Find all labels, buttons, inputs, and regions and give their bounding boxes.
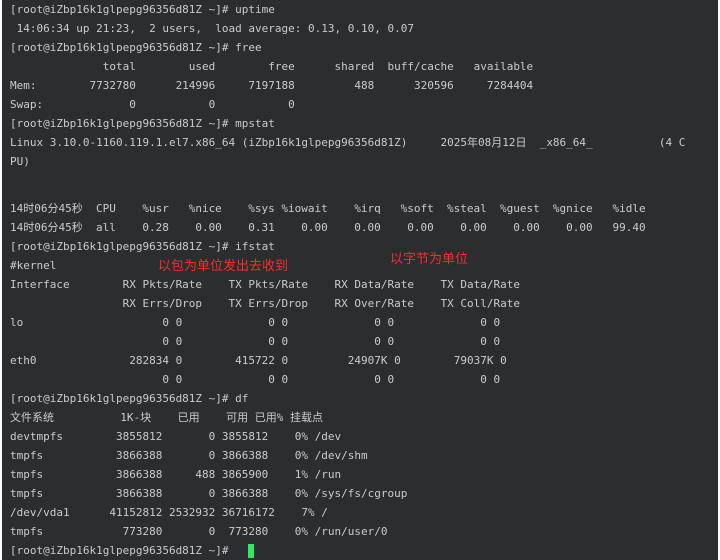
terminal-line: /dev/vda1 41152812 2532932 36716172 7% / bbox=[10, 506, 328, 519]
terminal-line: 14:06:34 up 21:23, 2 users, load average… bbox=[10, 22, 414, 35]
terminal-line: Interface RX Pkts/Rate TX Pkts/Rate RX D… bbox=[10, 278, 520, 291]
terminal-line: 0 0 0 0 0 0 0 0 bbox=[10, 335, 501, 348]
terminal-line: tmpfs 773280 0 773280 0% /run/user/0 bbox=[10, 525, 388, 538]
terminal-line: 14时06分45秒 all 0.28 0.00 0.31 0.00 0.00 0… bbox=[10, 221, 646, 234]
terminal-line: 14时06分45秒 CPU %usr %nice %sys %iowait %i… bbox=[10, 202, 646, 215]
bytes-unit-annotation: 以字节为单位 bbox=[390, 252, 469, 267]
terminal-line: lo 0 0 0 0 0 0 0 0 bbox=[10, 316, 501, 329]
terminal-prompt-line: [root@iZbp16k1glpepg96356d81Z ~]# bbox=[10, 544, 236, 557]
terminal-line: PU) bbox=[10, 155, 30, 168]
terminal-line: tmpfs 3866388 0 3866388 0% /dev/shm bbox=[10, 449, 368, 462]
terminal-line: [root@iZbp16k1glpepg96356d81Z ~]# df bbox=[10, 392, 249, 405]
terminal-line: 文件系统 1K-块 已用 可用 已用% 挂载点 bbox=[10, 411, 323, 424]
terminal-window[interactable]: [root@iZbp16k1glpepg96356d81Z ~]# uptime… bbox=[2, 0, 718, 560]
terminal-line: Mem: 7732780 214996 7197188 488 320596 7… bbox=[10, 79, 534, 92]
terminal-line: [root@iZbp16k1glpepg96356d81Z ~]# mpstat bbox=[10, 117, 275, 130]
terminal-line: [root@iZbp16k1glpepg96356d81Z ~]# uptime bbox=[10, 3, 275, 16]
terminal-line: total used free shared buff/cache availa… bbox=[10, 60, 534, 73]
terminal-line: tmpfs 3866388 0 3866388 0% /sys/fs/cgrou… bbox=[10, 487, 408, 500]
terminal-line: [root@iZbp16k1glpepg96356d81Z ~]# ifstat bbox=[10, 240, 275, 253]
terminal-line: #kernel bbox=[10, 259, 57, 272]
terminal-line: Linux 3.10.0-1160.119.1.el7.x86_64 (iZbp… bbox=[10, 136, 686, 149]
terminal-line: devtmpfs 3855812 0 3855812 0% /dev bbox=[10, 430, 342, 443]
terminal-line: tmpfs 3866388 488 3865900 1% /run bbox=[10, 468, 342, 481]
terminal-line: RX Errs/Drop TX Errs/Drop RX Over/Rate T… bbox=[10, 297, 520, 310]
terminal-line: eth0 282834 0 415722 0 24907K 0 79037K 0 bbox=[10, 354, 507, 367]
terminal-line: 0 0 0 0 0 0 0 0 bbox=[10, 373, 501, 386]
packets-unit-annotation: 以包为单位发出去收到 bbox=[158, 259, 289, 274]
terminal-cursor bbox=[248, 544, 254, 558]
terminal-line: [root@iZbp16k1glpepg96356d81Z ~]# free bbox=[10, 41, 262, 54]
terminal-line: Swap: 0 0 0 bbox=[10, 98, 295, 111]
